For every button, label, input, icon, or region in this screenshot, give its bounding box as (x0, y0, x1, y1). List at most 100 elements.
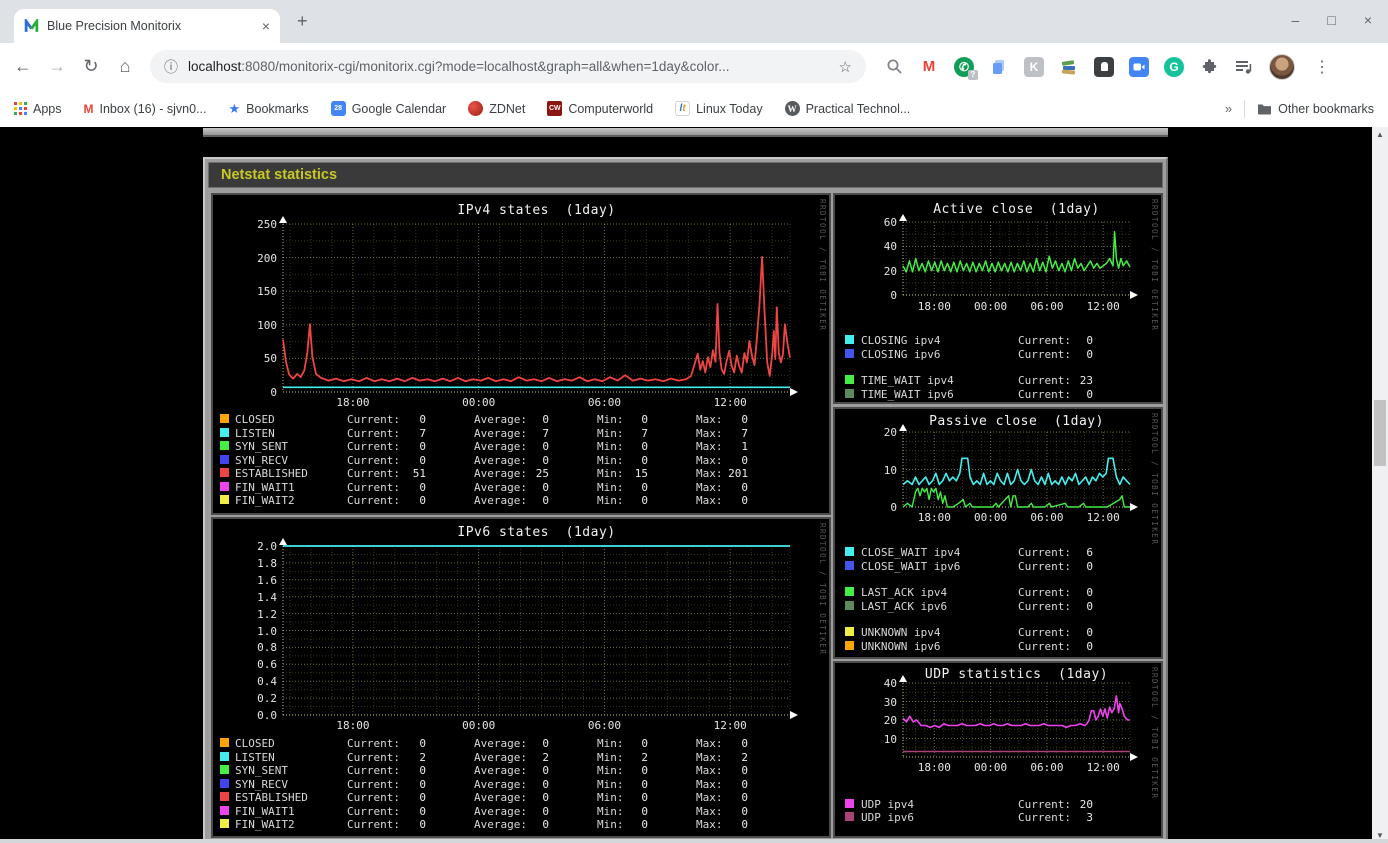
rrdtool-watermark: RRDTOOL / TOBI OETIKER (1150, 199, 1159, 332)
legend-stat-value: 25 (535, 467, 549, 480)
scrollbar-thumb[interactable] (1374, 400, 1386, 466)
legend-stat-value: 0 (419, 764, 426, 777)
y-tick-label: 100 (257, 318, 277, 332)
voice-extension-icon[interactable]: ✆? (954, 56, 978, 80)
url-host: localhost (188, 59, 242, 74)
legend-stat-value: 0 (741, 737, 748, 750)
url-text[interactable]: localhost:8080/monitorix-cgi/monitorix.c… (188, 59, 831, 74)
window-close-button[interactable]: × (1364, 10, 1372, 30)
bookmarks-overflow-chevron[interactable]: » (1225, 101, 1232, 116)
playlist-extension-icon[interactable] (1234, 57, 1254, 77)
x-axis-arrow-icon (790, 388, 798, 396)
site-info-icon[interactable]: ⓘ (164, 57, 178, 77)
x-tick-label: 00:00 (462, 719, 496, 732)
copy-pages-extension-icon[interactable] (989, 57, 1009, 77)
bookmark-label: Apps (33, 101, 62, 116)
lamp-extension-icon[interactable] (1094, 56, 1114, 77)
graph-udp-statistics: UDP statistics (1day)ListenRRDTOOL / TOB… (833, 661, 1163, 838)
x-tick-label: 06:00 (587, 396, 621, 409)
new-tab-button[interactable]: + (297, 11, 308, 32)
legend-color-swatch (220, 454, 229, 464)
x-tick-label: 00:00 (462, 396, 496, 409)
legend-stat-value: 0 (1086, 388, 1093, 401)
address-bar[interactable]: ⓘ localhost:8080/monitorix-cgi/monitorix… (150, 50, 866, 83)
computerworld-icon: CW (547, 101, 563, 116)
bookmark-label: ZDNet (489, 101, 526, 116)
legend-label: CLOSING ipv4 (861, 334, 941, 347)
wordpress-icon: W (784, 101, 800, 116)
bookmark-computerworld[interactable]: CW Computerworld (547, 101, 653, 116)
x-tick-label: 18:00 (336, 719, 370, 732)
legend-stat-value: 0 (641, 494, 648, 507)
window-maximize-button[interactable]: □ (1327, 10, 1335, 30)
legend-stat-value: 0 (542, 818, 549, 831)
legend-stat-value: 0 (419, 804, 426, 818)
extensions-row: M ✆? K G ⋮ (884, 53, 1330, 80)
x-tick-label: 00:00 (974, 300, 1008, 313)
series-time-wait-ipv4 (902, 230, 1131, 273)
y-axis-arrow-icon (899, 424, 907, 431)
page-scrollbar[interactable]: ▲ ▼ (1372, 127, 1388, 843)
bookmark-zdnet[interactable]: ZDNet (468, 101, 525, 116)
reload-button[interactable]: ↻ (76, 56, 106, 77)
legend-label: TIME_WAIT ipv4 (861, 374, 954, 387)
rrdtool-watermark: RRDTOOL / TOBI OETIKER (818, 523, 827, 656)
legend-color-swatch (845, 601, 854, 610)
search-extension-icon[interactable] (884, 57, 904, 77)
y-tick-label: 0.2 (257, 692, 277, 706)
k-extension-icon[interactable]: K (1024, 56, 1044, 77)
legend-stat-value: 0 (741, 494, 748, 507)
bookmark-bookmarks[interactable]: ★ Bookmarks (229, 101, 309, 117)
graph-ipv6-states: IPv6 states (1day)ConnectionsRRDTOOL / T… (211, 517, 831, 838)
camera-extension-icon[interactable] (1129, 56, 1149, 77)
y-tick-label: 1.6 (257, 573, 277, 587)
grammarly-extension-icon[interactable]: G (1164, 56, 1184, 77)
bookmark-inbox[interactable]: M Inbox (16) - sjvn0... (84, 102, 207, 116)
y-tick-label: 2.0 (257, 540, 277, 553)
home-button[interactable]: ⌂ (110, 56, 140, 77)
legend-stat-value: 0 (741, 804, 748, 818)
x-tick-label: 12:00 (713, 396, 747, 409)
books-extension-icon[interactable] (1059, 57, 1079, 77)
y-tick-label: 150 (257, 285, 277, 299)
legend-color-swatch (845, 561, 854, 570)
forward-button[interactable]: → (42, 56, 72, 77)
back-button[interactable]: ← (8, 56, 38, 77)
rrdtool-watermark: RRDTOOL / TOBI OETIKER (1150, 413, 1159, 546)
legend-stat-value: 0 (542, 413, 549, 426)
y-tick-label: 50 (263, 352, 277, 366)
other-bookmarks[interactable]: Other bookmarks (1257, 102, 1374, 116)
y-axis-arrow-icon (279, 538, 287, 545)
legend-color-swatch (220, 778, 229, 788)
browser-tab[interactable]: Blue Precision Monitorix × (14, 9, 280, 43)
legend-stat-value: 0 (1086, 600, 1093, 613)
bookmark-apps[interactable]: Apps (14, 102, 62, 116)
puzzle-extensions-icon[interactable] (1199, 57, 1219, 77)
y-tick-label: 20 (883, 426, 897, 439)
netstat-section: Netstat statistics IPv4 states (1day)Con… (203, 157, 1168, 843)
bookmark-linux-today[interactable]: lt Linux Today (675, 101, 763, 116)
legend-stat-value: 0 (1086, 586, 1093, 599)
gmail-extension-icon[interactable]: M (919, 57, 939, 77)
browser-menu-icon[interactable]: ⋮ (1314, 57, 1330, 77)
legend-color-swatch (220, 819, 229, 828)
y-axis-arrow-icon (899, 214, 907, 221)
y-tick-label: 0.8 (257, 641, 277, 655)
bookmark-google-calendar[interactable]: 28 Google Calendar (330, 101, 446, 116)
legend-stat-value: 6 (1086, 546, 1093, 559)
legend-stat-value: 2 (419, 750, 426, 764)
window-minimize-button[interactable]: – (1292, 10, 1300, 30)
legend-stat-value: 0 (419, 791, 426, 804)
legend-stat-value: 20 (1079, 798, 1093, 811)
legend-color-swatch (220, 414, 229, 423)
scrollbar-up-arrow[interactable]: ▲ (1372, 130, 1388, 139)
legend-stat-value: 0 (641, 791, 648, 804)
profile-avatar[interactable] (1269, 53, 1295, 80)
bookmark-label: Bookmarks (246, 101, 309, 116)
tab-close-icon[interactable]: × (262, 19, 270, 33)
bookmark-practical-technology[interactable]: W Practical Technol... (784, 101, 910, 116)
legend-color-swatch (220, 441, 229, 450)
url-path: :8080/monitorix-cgi/monitorix.cgi?mode=l… (241, 59, 730, 74)
bookmark-star-icon[interactable]: ☆ (839, 58, 852, 76)
x-tick-label: 06:00 (1030, 761, 1064, 774)
